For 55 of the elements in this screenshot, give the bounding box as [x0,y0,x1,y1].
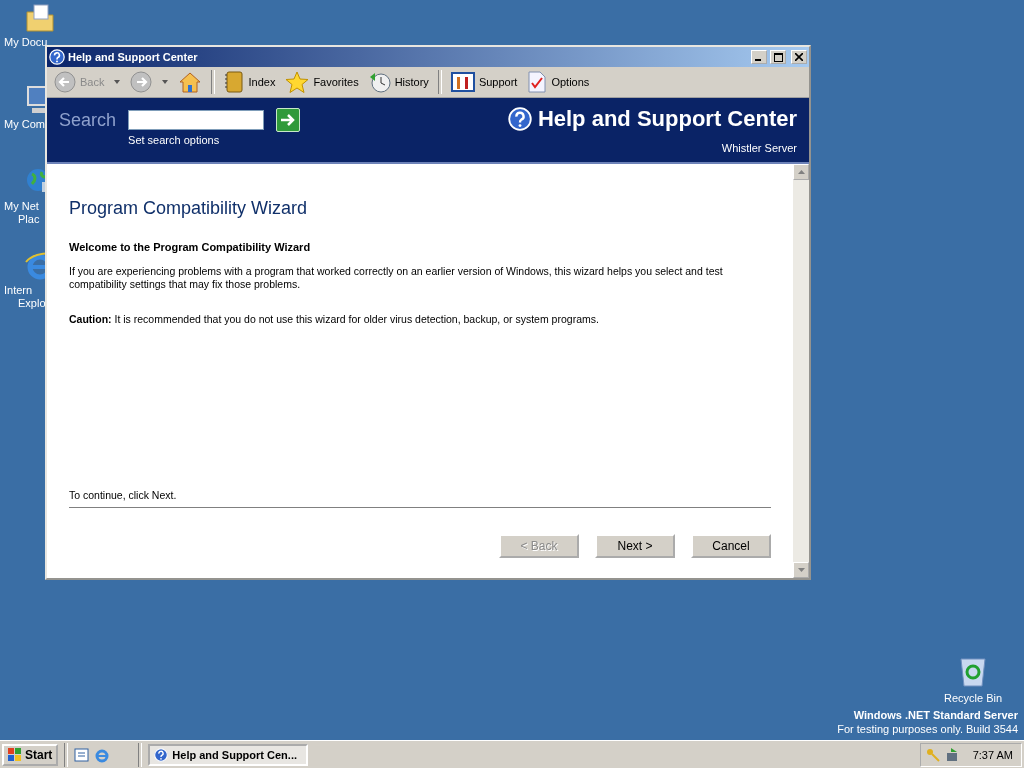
maximize-icon [773,52,783,62]
icon-label: My Com [4,118,45,131]
banner-title: Help and Support Center [537,106,797,132]
page-heading: Welcome to the Program Compatibility Wizard [69,241,312,253]
icon-label: My Net [4,200,39,213]
folder-icon [24,2,56,34]
search-field[interactable] [128,110,265,130]
paragraph: If you are experiencing problems with a program that worked correctly on an earlier version of Windows, this wizard helps you select and test compatibility settings that may fix those problems. [69,265,724,291]
history-button[interactable]: History [365,69,432,95]
maximize-button[interactable] [770,50,786,64]
tools-icon [450,71,475,93]
house-icon [178,71,203,93]
close-button[interactable] [791,50,807,64]
window-title: Help and Support Center [68,51,199,63]
icon-label: Explo [17,297,46,310]
index-button[interactable]: Index [221,69,279,95]
recycle-bin-icon [958,656,989,688]
clock-icon [368,71,391,93]
scroll-down-icon[interactable] [793,562,809,578]
icon-label: Recycle Bin [944,692,1003,705]
close-icon [795,53,803,61]
support-button[interactable]: Support [447,69,521,95]
instruction-text: To continue, click Next. [69,489,771,508]
icon-label: Intern [4,284,33,297]
help-icon [49,49,65,65]
wizard-button[interactable]: Cancel [691,534,771,558]
help-icon [507,107,532,131]
start-button[interactable]: Start [2,743,59,766]
wizard-button[interactable]: Next > [595,534,675,558]
task-button[interactable]: Help and Support Cen... [148,743,309,766]
page-title: Program Compatibility Wizard [69,198,309,219]
search-options-link[interactable]: Set search options [128,134,265,146]
clock: 7:37 AM [972,748,1013,761]
scroll-up-icon[interactable] [793,164,809,180]
arrow-icon [280,113,297,127]
product-name: Windows .NET Standard Server [853,708,1018,722]
star-icon [285,71,310,93]
caret-icon [114,80,121,84]
build-note: For testing purposes only. Build 3544 [837,722,1018,736]
checklist-icon [527,71,548,93]
icon-label: Plac [17,213,40,226]
favorites-button[interactable]: Favorites [282,69,362,95]
windows-logo-icon [8,747,22,762]
go-button[interactable] [276,108,301,132]
caret-icon [162,80,169,84]
minimize-button[interactable] [751,50,767,64]
icon-label: My Docu [4,36,48,49]
scrollbar[interactable] [793,164,809,578]
book-icon [224,71,245,93]
help-icon [154,747,169,762]
banner-subtitle: Whistler Server [721,142,797,154]
options-button[interactable]: Options [524,69,593,95]
paragraph: Caution: It is recommended that you do not use this wizard for older virus detection, backup, or system programs. [69,313,600,326]
search-label: Search [59,109,117,131]
desktop-icon[interactable] [74,746,91,763]
